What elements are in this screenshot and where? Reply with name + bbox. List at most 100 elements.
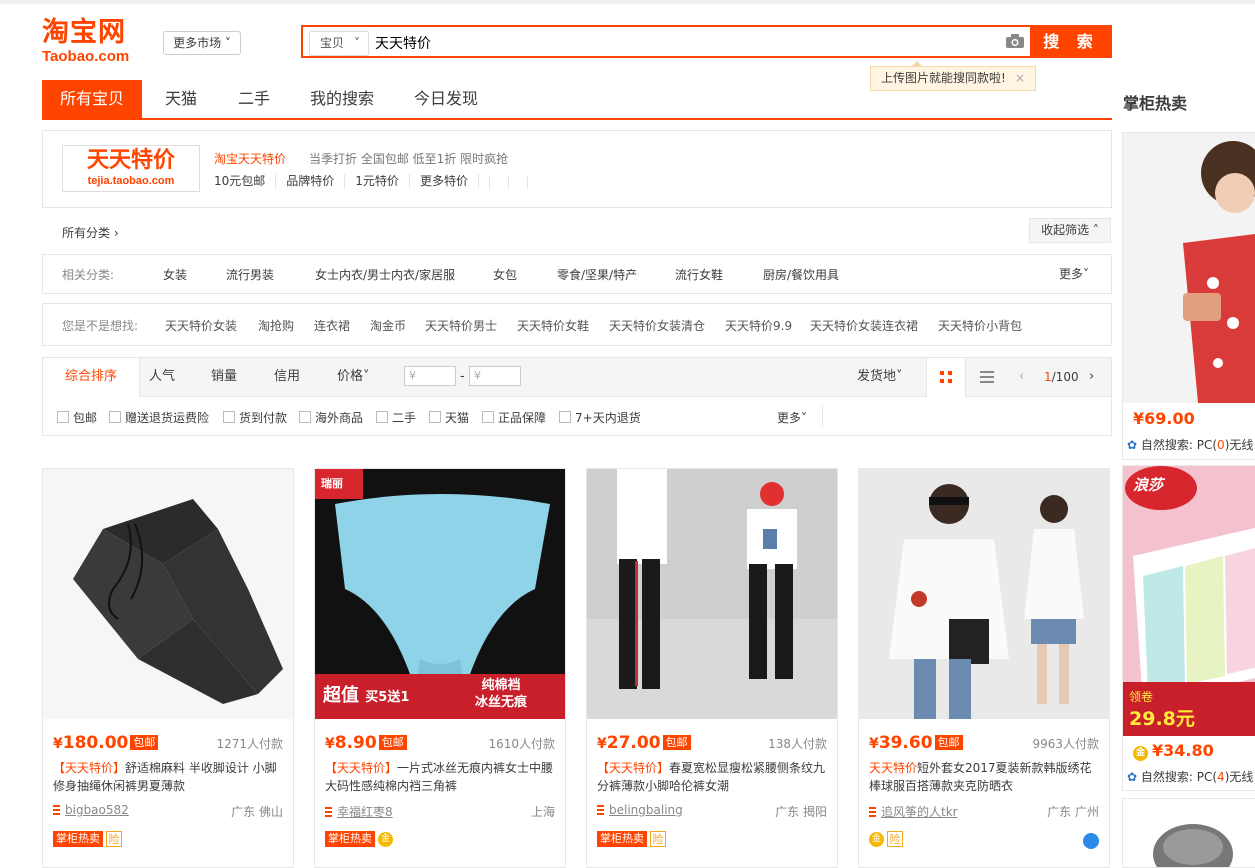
all-categories-link[interactable]: 所有分类 › bbox=[62, 224, 119, 241]
hot-seller-badge[interactable]: 掌柜热卖 bbox=[597, 831, 647, 847]
taobao-logo[interactable]: 淘宝网 Taobao.com bbox=[42, 18, 150, 66]
promo-name-link[interactable]: 淘宝天天特价 bbox=[214, 150, 286, 167]
sort-sales[interactable]: 销量 bbox=[211, 358, 237, 396]
product-image[interactable]: 瑞丽 超值 买5送1 纯棉裆 冰丝无痕 bbox=[315, 469, 565, 719]
checkbox-icon bbox=[57, 411, 69, 423]
promo-link[interactable]: 1元特价 bbox=[355, 174, 410, 188]
tab-second-hand[interactable]: 二手 bbox=[238, 80, 270, 118]
product-title[interactable]: 天天特价短外套女2017夏装新款韩版绣花棒球服百搭薄款夹克防晒衣 bbox=[869, 759, 1101, 795]
side-product-card[interactable]: ¥69.00 ✿ 自然搜索: PC(0)无线 bbox=[1122, 132, 1255, 460]
related-item[interactable]: 零食/坚果/特产 bbox=[557, 266, 637, 283]
suggest-item[interactable]: 天天特价9.9 bbox=[725, 317, 792, 334]
check-freight-insurance[interactable]: 赠送退货运费险 bbox=[109, 409, 209, 426]
search-input[interactable] bbox=[375, 32, 995, 54]
suggest-item[interactable]: 天天特价女鞋 bbox=[517, 317, 589, 334]
shop-link[interactable]: bigbao582 bbox=[53, 803, 129, 817]
search-num: 4 bbox=[1217, 770, 1225, 784]
side-product-card[interactable]: 浪莎 领卷 29.8元 金 ¥34.80 ✿ 自然搜索: PC(4)无线 bbox=[1122, 465, 1255, 791]
related-item[interactable]: 女包 bbox=[493, 266, 517, 283]
check-overseas[interactable]: 海外商品 bbox=[299, 409, 363, 426]
product-image[interactable] bbox=[587, 469, 837, 719]
product-image[interactable] bbox=[859, 469, 1109, 719]
sort-credit[interactable]: 信用 bbox=[274, 358, 300, 396]
suggest-item[interactable]: 淘金币 bbox=[370, 317, 406, 334]
side-product-card[interactable] bbox=[1122, 798, 1255, 868]
camera-icon[interactable] bbox=[1006, 34, 1024, 48]
logo-en: Taobao.com bbox=[42, 48, 130, 65]
suggest-item[interactable]: 天天特价女装连衣裙 bbox=[810, 317, 918, 334]
price-min-input[interactable]: ¥ bbox=[404, 366, 456, 386]
wangwang-icon[interactable] bbox=[1083, 833, 1099, 849]
related-item[interactable]: 女装 bbox=[163, 266, 187, 283]
suggest-item[interactable]: 天天特价小背包 bbox=[938, 317, 1022, 334]
check-label: 正品保障 bbox=[498, 411, 547, 425]
hot-seller-badge[interactable]: 掌柜热卖 bbox=[325, 831, 375, 847]
promo-link[interactable]: 更多特价 bbox=[420, 174, 479, 188]
promo-link[interactable]: 10元包邮 bbox=[214, 174, 277, 188]
promo-link[interactable]: 品牌特价 bbox=[286, 174, 346, 188]
gold-medal-icon[interactable]: 金 bbox=[378, 831, 393, 847]
product-title[interactable]: 【天天特价】舒适棉麻料 半收脚设计 小脚修身抽绳休闲裤男夏薄款 bbox=[53, 759, 285, 795]
promo-links: 10元包邮 品牌特价 1元特价 更多特价 bbox=[214, 174, 546, 189]
product-title[interactable]: 【天天特价】春夏宽松显瘦松紧腰侧条纹九分裤薄款小脚哈伦裤女潮 bbox=[597, 759, 829, 795]
search-prefix: 自然搜索: PC( bbox=[1140, 770, 1218, 784]
product-card[interactable]: ¥27.00 包邮 138人付款 【天天特价】春夏宽松显瘦松紧腰侧条纹九分裤薄款小… bbox=[586, 468, 838, 868]
price-max-input[interactable]: ¥ bbox=[469, 366, 521, 386]
page-total: /100 bbox=[1051, 370, 1079, 384]
badge-row: 掌柜热卖险 bbox=[597, 831, 666, 849]
collapse-filter-button[interactable]: 收起筛选 ˄ bbox=[1029, 218, 1111, 243]
check-second-hand[interactable]: 二手 bbox=[376, 409, 416, 426]
suggest-item[interactable]: 天天特价女装 bbox=[165, 317, 237, 334]
check-more[interactable]: 更多˅ bbox=[777, 409, 807, 426]
sort-popularity[interactable]: 人气 bbox=[149, 358, 175, 396]
next-page-icon[interactable]: › bbox=[1089, 358, 1094, 396]
related-item[interactable]: 厨房/餐饮用具 bbox=[763, 266, 839, 283]
related-categories-row: 相关分类: 女装 流行男装 女士内衣/男士内衣/家居服 女包 零食/坚果/特产 … bbox=[42, 254, 1112, 294]
suggest-item[interactable]: 淘抢购 bbox=[258, 317, 294, 334]
product-card[interactable]: 瑞丽 超值 买5送1 纯棉裆 冰丝无痕 ¥8.90 包邮 1610人付款 【天天特价… bbox=[314, 468, 566, 868]
insurance-icon[interactable]: 险 bbox=[887, 831, 903, 847]
shop-link[interactable]: 追风筝的人tkr bbox=[869, 803, 958, 820]
hot-seller-badge[interactable]: 掌柜热卖 bbox=[53, 831, 103, 847]
price-value: 180.00 bbox=[62, 733, 129, 753]
product-title[interactable]: 【天天特价】一片式冰丝无痕内裤女士中腰大码性感纯棉内裆三角裤 bbox=[325, 759, 557, 795]
suggest-item[interactable]: 天天特价女装清仓 bbox=[609, 317, 705, 334]
search-button[interactable]: 搜 索 bbox=[1030, 25, 1112, 58]
check-tmall[interactable]: 天猫 bbox=[429, 409, 469, 426]
related-item[interactable]: 流行男装 bbox=[226, 266, 274, 283]
tejia-logo[interactable]: 天天特价 tejia.taobao.com bbox=[62, 145, 200, 192]
tab-all-items[interactable]: 所有宝贝 bbox=[42, 80, 143, 118]
check-genuine[interactable]: 正品保障 bbox=[482, 409, 546, 426]
product-card[interactable]: ¥180.00 包邮 1271人付款 【天天特价】舒适棉麻料 半收脚设计 小脚修身… bbox=[42, 468, 294, 868]
related-item[interactable]: 女士内衣/男士内衣/家居服 bbox=[315, 266, 455, 283]
product-card[interactable]: ¥39.60 包邮 9963人付款 天天特价短外套女2017夏装新款韩版绣花棒球服… bbox=[858, 468, 1110, 868]
sort-default[interactable]: 综合排序 bbox=[43, 358, 140, 397]
tab-my-search[interactable]: 我的搜索 bbox=[310, 80, 374, 118]
location: 上海 bbox=[530, 805, 555, 819]
check-7day-return[interactable]: 7+天内退货 bbox=[559, 409, 641, 426]
prev-page-icon[interactable]: ‹ bbox=[1019, 358, 1024, 396]
suggest-item[interactable]: 天天特价男士 bbox=[425, 317, 497, 334]
shop-link[interactable]: 幸福红枣8 bbox=[325, 803, 393, 820]
shop-link[interactable]: belingbaling bbox=[597, 803, 683, 817]
more-market-dropdown[interactable]: 更多市场 ˅ bbox=[163, 31, 241, 55]
ship-from-dropdown[interactable]: 发货地˅ bbox=[857, 358, 903, 396]
checkbox-icon bbox=[109, 411, 121, 423]
related-more[interactable]: 更多˅ bbox=[1059, 265, 1089, 282]
product-image[interactable] bbox=[43, 469, 293, 719]
sort-price[interactable]: 价格˅ bbox=[337, 358, 370, 396]
check-label: 海外商品 bbox=[315, 411, 364, 425]
grid-view-button[interactable] bbox=[926, 358, 966, 397]
insurance-icon[interactable]: 险 bbox=[106, 831, 122, 847]
tab-tmall[interactable]: 天猫 bbox=[165, 80, 197, 118]
gold-medal-icon[interactable]: 金 bbox=[869, 831, 884, 847]
check-baoyou[interactable]: 包邮 bbox=[57, 409, 97, 426]
tab-today-discover[interactable]: 今日发现 bbox=[414, 80, 478, 118]
insurance-icon[interactable]: 险 bbox=[650, 831, 666, 847]
related-item[interactable]: 流行女鞋 bbox=[675, 266, 723, 283]
women-pants-image bbox=[587, 469, 837, 719]
search-type-select[interactable]: 宝贝 ˅ bbox=[309, 31, 369, 56]
list-icon[interactable] bbox=[980, 371, 994, 383]
suggest-item[interactable]: 连衣裙 bbox=[314, 317, 350, 334]
check-cod[interactable]: 货到付款 bbox=[223, 409, 287, 426]
